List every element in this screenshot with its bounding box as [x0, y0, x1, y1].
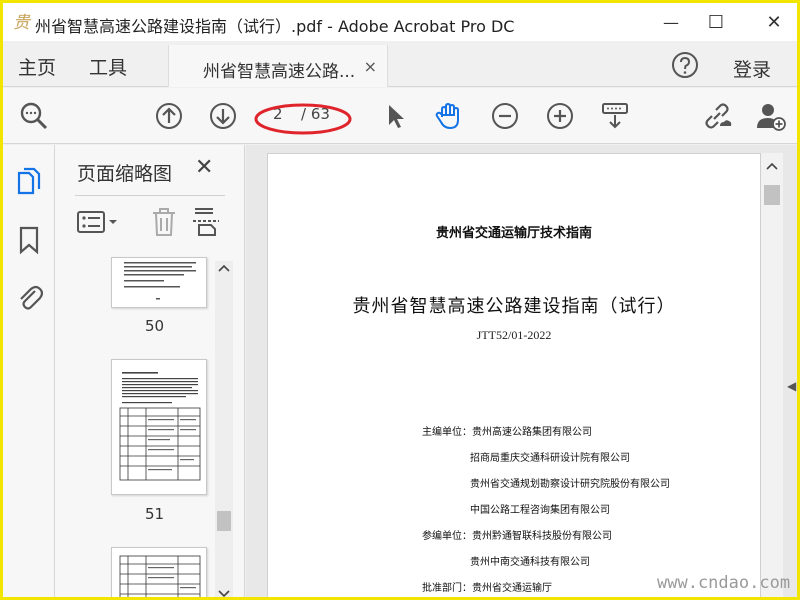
thumbnail-page-51-content — [119, 372, 201, 481]
window-title: 州省智慧高速公路建设指南（试行）.pdf - Adobe Acrobat Pro… — [35, 17, 515, 36]
document-line: 中国公路工程咨询集团有限公司 — [470, 505, 610, 516]
zoom-in-icon[interactable] — [544, 100, 576, 132]
thumbnail-page-50[interactable] — [111, 257, 207, 308]
thumbnails-scrollbar[interactable] — [215, 261, 233, 597]
login-button[interactable]: 登录 — [733, 55, 771, 82]
thumbnails-panel-title: 页面缩略图 — [77, 163, 173, 185]
help-icon[interactable] — [671, 51, 699, 79]
thumbnail-page-52-content — [119, 555, 201, 597]
document-line: 主编单位：贵州高速公路集团有限公司 — [422, 427, 592, 438]
attachments-paperclip-icon[interactable] — [15, 281, 43, 311]
document-code: JTT52/01-2022 — [476, 328, 552, 342]
main-toolbar: 2 / 63 — [3, 88, 797, 144]
document-line: 贵州中南交通科技有限公司 — [470, 557, 590, 568]
annotation-ellipse — [254, 103, 352, 135]
thumbnail-page-number: 51 — [145, 505, 165, 523]
thumbnail-page-52[interactable] — [111, 547, 207, 597]
minimize-icon: — — [663, 12, 679, 32]
close-icon: ✕ — [766, 11, 782, 33]
thumbnail-page-51[interactable] — [111, 359, 207, 495]
document-line: 贵州省交通规划勘察设计研究院股份有限公司 — [470, 479, 670, 490]
select-cursor-icon[interactable] — [379, 100, 411, 132]
pdf-page: 贵州省交通运输厅技术指南 贵州省智慧高速公路建设指南（试行） JTT52/01-… — [267, 153, 761, 597]
collapse-right-panel-icon[interactable]: ◀ — [787, 379, 796, 393]
document-scrollbar[interactable] — [761, 153, 783, 597]
zoom-level-dropdown-icon[interactable] — [599, 100, 631, 132]
maximize-button[interactable]: ☐ — [693, 3, 739, 41]
close-window-button[interactable]: ✕ — [751, 3, 797, 41]
app-window: 贵 州省智慧高速公路建设指南（试行）.pdf - Adobe Acrobat P… — [0, 0, 800, 600]
menu-tab-bar: 主页 工具 州省智慧高速公路... × 登录 — [3, 41, 797, 87]
thumbnail-options-icon[interactable] — [75, 205, 121, 239]
svg-text:贵: 贵 — [13, 13, 32, 33]
thumbnails-panel: 页面缩略图 ✕ 50 51 — [55, 145, 245, 597]
maximize-icon: ☐ — [707, 11, 725, 33]
divider — [75, 195, 225, 196]
document-title: 贵州省智慧高速公路建设指南（试行） — [352, 296, 676, 317]
hand-tool-icon[interactable] — [433, 100, 465, 132]
thumbnails-scrollbar-graphic — [217, 264, 231, 597]
document-tab-label: 州省智慧高速公路... — [203, 62, 356, 82]
document-scrollbar-graphic — [764, 162, 780, 205]
tab-home[interactable]: 主页 — [18, 53, 56, 80]
document-line: 批准部门：贵州省交通运输厅 — [422, 583, 552, 594]
delete-page-icon[interactable] — [149, 205, 179, 239]
zoom-out-icon[interactable] — [489, 100, 521, 132]
minimize-button[interactable]: — — [648, 3, 694, 41]
add-user-icon[interactable] — [755, 100, 787, 132]
next-page-icon[interactable] — [207, 100, 239, 132]
previous-page-icon[interactable] — [153, 100, 185, 132]
extract-page-icon[interactable] — [191, 205, 221, 239]
thumbnail-page-50-content — [124, 262, 196, 300]
page-thumbnails-icon[interactable] — [15, 167, 43, 197]
document-line: 参编单位：贵州黔通智联科技股份有限公司 — [422, 531, 612, 542]
tab-tools[interactable]: 工具 — [89, 53, 127, 80]
acrobat-logo-icon: 贵 — [12, 10, 36, 34]
document-line: 招商局重庆交通科研设计院有限公司 — [470, 453, 630, 464]
title-bar: 贵 州省智慧高速公路建设指南（试行）.pdf - Adobe Acrobat P… — [3, 3, 797, 41]
thumbnail-page-number: 50 — [145, 317, 165, 335]
document-tab[interactable]: 州省智慧高速公路... × — [168, 45, 388, 87]
watermark-text: www.cndao.com — [657, 573, 791, 593]
navigation-rail — [3, 145, 55, 597]
share-link-icon[interactable] — [701, 100, 733, 132]
search-zoom-icon[interactable] — [18, 100, 50, 132]
tab-close-icon[interactable]: × — [364, 57, 377, 76]
thumbnails-close-icon[interactable]: ✕ — [195, 155, 213, 180]
document-publisher: 贵州省交通运输厅技术指南 — [435, 226, 592, 241]
bookmarks-icon[interactable] — [15, 225, 43, 255]
